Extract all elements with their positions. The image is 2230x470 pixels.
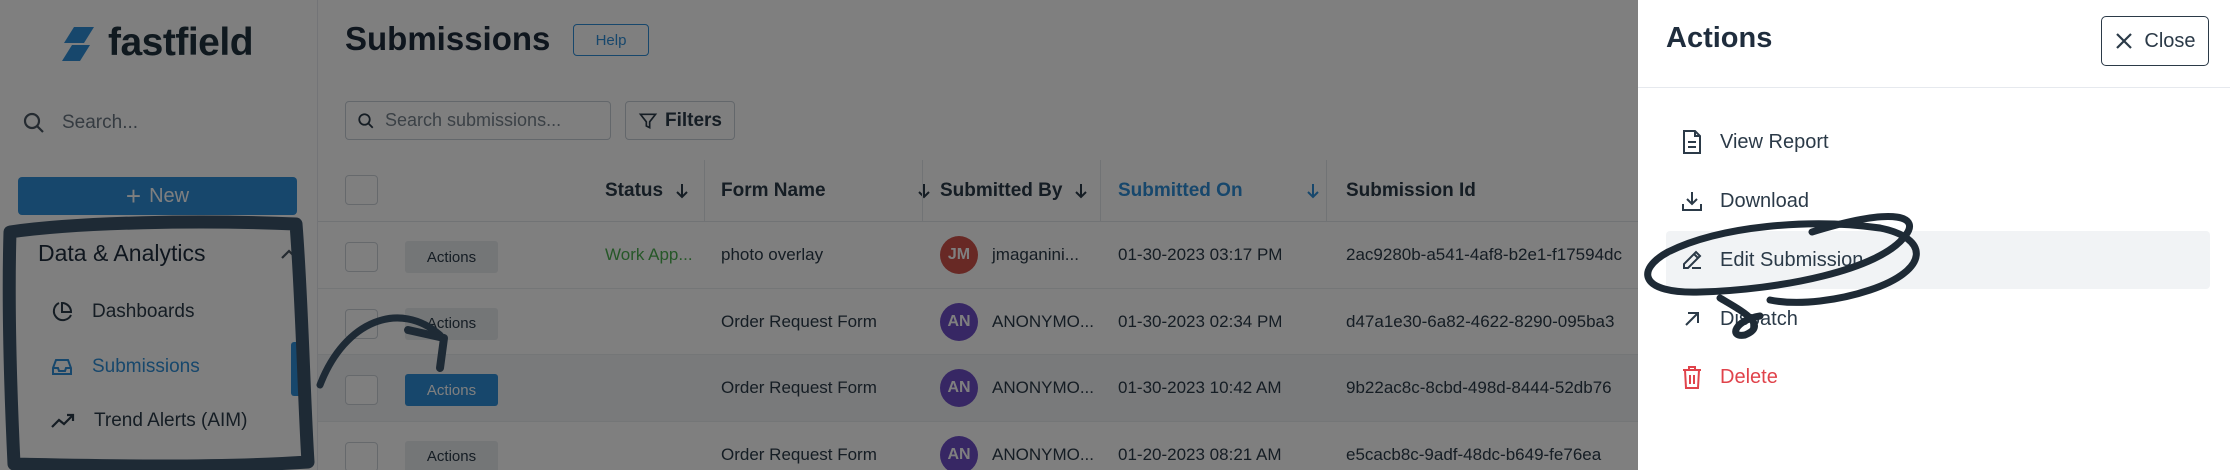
menu-item-edit-submission[interactable]: Edit Submission (1666, 231, 2210, 289)
menu-item-label: Edit Submission (1720, 248, 1864, 271)
menu-item-label: Delete (1720, 365, 1778, 388)
close-label: Close (2144, 29, 2196, 52)
menu-item-label: Dispatch (1720, 307, 1798, 330)
close-button[interactable]: Close (2101, 16, 2209, 66)
menu-item-label: View Report (1720, 130, 1829, 153)
menu-item-delete[interactable]: Delete (1666, 348, 2210, 406)
trash-icon (1683, 366, 1701, 389)
menu-item-download[interactable]: Download (1666, 172, 2210, 230)
panel-title: Actions (1666, 22, 1773, 54)
actions-panel: Actions Close View Report Download Edit … (1638, 0, 2230, 470)
file-text-icon (1683, 130, 1701, 154)
menu-item-view-report[interactable]: View Report (1666, 113, 2210, 171)
download-icon (1682, 192, 1702, 211)
menu-item-dispatch[interactable]: Dispatch (1666, 290, 2210, 348)
divider (1638, 87, 2230, 88)
close-icon (2116, 33, 2133, 49)
modal-backdrop[interactable] (0, 0, 1638, 470)
arrow-up-right-icon (1685, 312, 1699, 326)
pencil-icon (1683, 250, 1702, 269)
menu-item-label: Download (1720, 189, 1809, 212)
